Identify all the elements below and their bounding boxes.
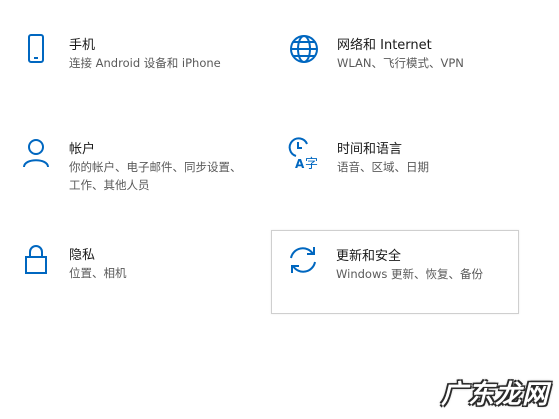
svg-text:A: A: [295, 157, 305, 170]
settings-page: 手机 连接 Android 设备和 iPhone 网络和 Internet WL…: [0, 0, 559, 419]
sync-icon: [286, 243, 320, 277]
tile-title: 帐户: [69, 142, 96, 157]
settings-tile-phone[interactable]: 手机 连接 Android 设备和 iPhone: [5, 30, 253, 112]
watermark-text: 广东龙网: [440, 380, 549, 410]
time-language-icon: A 字: [287, 136, 321, 170]
settings-tile-time-language[interactable]: A 字 时间和语言 语音、区域、日期: [273, 134, 521, 216]
settings-tile-privacy[interactable]: 隐私 位置、相机: [5, 240, 253, 322]
tile-description: 位置、相机: [69, 266, 127, 280]
tile-description: 你的帐户、电子邮件、同步设置、工作、其他人员: [69, 160, 242, 192]
settings-tile-accounts[interactable]: 帐户 你的帐户、电子邮件、同步设置、工作、其他人员: [5, 134, 253, 216]
svg-text:字: 字: [305, 157, 318, 170]
person-icon: [19, 136, 53, 170]
tile-title: 时间和语言: [337, 142, 403, 157]
settings-tile-network[interactable]: 网络和 Internet WLAN、飞行模式、VPN: [273, 30, 521, 112]
globe-icon: [287, 32, 321, 66]
tile-description: 语音、区域、日期: [337, 160, 429, 174]
tile-description: Windows 更新、恢复、备份: [336, 267, 483, 281]
settings-tile-update-security[interactable]: 更新和安全 Windows 更新、恢复、备份: [271, 230, 519, 314]
tile-description: 连接 Android 设备和 iPhone: [69, 56, 221, 70]
phone-icon: [19, 32, 53, 66]
tile-description: WLAN、飞行模式、VPN: [337, 56, 464, 70]
tile-title: 网络和 Internet: [337, 38, 432, 53]
tile-title: 手机: [69, 38, 96, 53]
tile-title: 隐私: [69, 248, 96, 263]
lock-icon: [19, 242, 53, 276]
tile-title: 更新和安全: [336, 249, 402, 264]
